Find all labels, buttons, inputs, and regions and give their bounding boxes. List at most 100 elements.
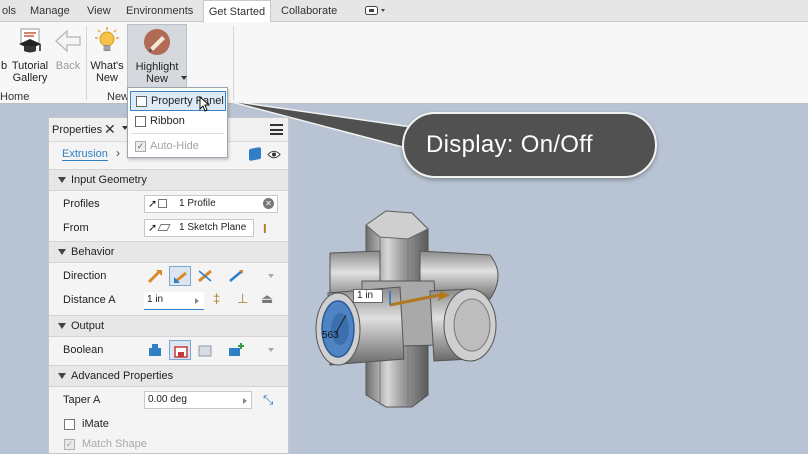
tab-collaborate[interactable]: Collaborate [281, 0, 341, 22]
properties-panel-title: Properties [52, 124, 103, 136]
ribbon-checkbox[interactable] [135, 116, 146, 127]
profiles-label: Profiles [63, 198, 100, 210]
distance-label: Distance A [63, 294, 116, 306]
web-label: b [0, 60, 8, 72]
flip-taper-icon[interactable]: ⤡ [263, 392, 273, 408]
flip-icon[interactable]: I [263, 221, 267, 236]
dropdown-item-label: Auto-Hide [150, 140, 199, 152]
properties-panel: Properties ✕ Extrusion › Input Geometry … [48, 117, 289, 454]
from-label: From [63, 222, 89, 234]
tab-get-started[interactable]: Get Started [203, 0, 271, 23]
imate-label: iMate [82, 418, 109, 430]
arrow-right-icon[interactable] [243, 398, 247, 404]
back-button[interactable]: Back [52, 24, 84, 88]
profiles-field[interactable]: ➚ 1 Profile ✕ [144, 195, 278, 213]
from-field[interactable]: ➚ 1 Sketch Plane [144, 219, 254, 237]
tutorial-gallery-button[interactable]: Tutorial Gallery [10, 24, 50, 88]
ribbon-separator [86, 26, 87, 100]
collapse-triangle-icon [58, 373, 66, 379]
direction-flipped-icon[interactable] [169, 266, 191, 286]
tab-manage[interactable]: Manage [30, 0, 74, 22]
tutorial-gallery-label: Tutorial Gallery [11, 60, 49, 84]
chevron-down-icon[interactable] [268, 274, 274, 278]
chevron-down-icon [181, 76, 187, 80]
intersect-icon[interactable] [194, 340, 216, 360]
arrow-right-icon[interactable] [195, 298, 199, 304]
from-value: 1 Sketch Plane [179, 222, 247, 233]
dropdown-item-ribbon[interactable]: Ribbon [130, 112, 226, 132]
ribbon-separator [233, 26, 234, 100]
feature-name[interactable]: Extrusion [62, 148, 108, 161]
direction-default-icon[interactable] [144, 266, 166, 286]
taper-label: Taper A [63, 394, 101, 406]
section-advanced-properties[interactable]: Advanced Properties [49, 365, 288, 387]
callout-text: Display: On/Off [426, 131, 593, 158]
section-title: Advanced Properties [71, 370, 174, 382]
menu-bar: ols Manage View Environments Get Started… [0, 0, 808, 23]
direction-symmetric-icon[interactable] [194, 266, 216, 286]
boolean-label: Boolean [63, 344, 104, 356]
chevron-down-icon[interactable] [268, 348, 274, 352]
dropdown-separator [131, 133, 224, 134]
direction-label: Direction [63, 270, 107, 282]
dropdown-item-label: Property Panel [151, 95, 224, 107]
close-icon[interactable]: ✕ [104, 121, 116, 137]
group-new-label: New [107, 91, 130, 103]
section-output[interactable]: Output [49, 315, 288, 337]
taper-row: Taper A 0.00 deg ⤡ [49, 389, 288, 413]
highlight-new-dropdown: Property Panel Ribbon ✓ Auto-Hide [127, 87, 228, 158]
distance-row: Distance A 1 in ‡ ⊥ ⏏ [49, 289, 288, 313]
back-arrow-icon [53, 26, 83, 56]
lightbulb-icon [92, 26, 122, 56]
through-all-icon[interactable]: ‡ [213, 291, 220, 306]
graduation-cap-icon [15, 26, 45, 56]
imate-checkbox[interactable] [64, 419, 75, 430]
tab-environments[interactable]: Environments [126, 0, 196, 22]
cube-icon[interactable] [249, 146, 261, 162]
sketch-plane-icon [157, 224, 171, 231]
section-behavior[interactable]: Behavior [49, 241, 288, 263]
distance-value: 1 in [147, 294, 164, 305]
highlight-new-button[interactable]: Highlight New [127, 24, 187, 88]
highlight-new-label: Highlight New [135, 61, 179, 85]
whats-new-label: What's New [90, 60, 124, 84]
ribbon: b Tutorial Gallery Back What's New Highl… [0, 22, 808, 104]
face-label: 563 [322, 330, 339, 341]
auto-hide-checkbox[interactable]: ✓ [135, 141, 146, 152]
callout-bubble: Display: On/Off [402, 112, 657, 178]
new-solid-icon[interactable] [225, 340, 247, 360]
cut-icon[interactable] [169, 340, 191, 360]
match-shape-label: Match Shape [82, 438, 147, 450]
profiles-value: 1 Profile [179, 198, 216, 209]
property-panel-checkbox[interactable] [136, 96, 147, 107]
match-shape-checkbox[interactable]: ✓ [64, 439, 75, 450]
cursor-arrow-icon: ➚ [148, 222, 158, 234]
chevron-right-icon[interactable]: › [116, 146, 120, 160]
dropdown-item-property-panel[interactable]: Property Panel [130, 91, 226, 112]
profiles-row: Profiles ➚ 1 Profile ✕ [49, 193, 288, 217]
ribbon-options-icon[interactable] [365, 6, 387, 16]
direction-asymmetric-icon[interactable] [225, 266, 247, 286]
web-button[interactable]: b [0, 24, 8, 88]
highlight-new-icon [142, 27, 172, 57]
eye-icon[interactable] [267, 150, 281, 162]
taper-input[interactable]: 0.00 deg [144, 391, 252, 409]
distance-dimension-input[interactable]: 1 in [353, 289, 383, 303]
dropdown-item-auto-hide[interactable]: ✓ Auto-Hide [130, 137, 226, 157]
section-title: Input Geometry [71, 174, 147, 186]
whats-new-button[interactable]: What's New [89, 24, 125, 88]
section-input-geometry[interactable]: Input Geometry [49, 169, 288, 191]
back-label: Back [55, 60, 81, 72]
menu-icon[interactable] [270, 124, 283, 135]
profile-icon [158, 199, 167, 208]
tab-view[interactable]: View [87, 0, 115, 22]
section-title: Output [71, 320, 105, 332]
join-icon[interactable] [144, 340, 166, 360]
group-home-label: Home [0, 91, 30, 103]
section-title: Behavior [71, 246, 115, 258]
clear-icon[interactable]: ✕ [263, 198, 274, 209]
between-icon[interactable]: ⏏ [261, 291, 273, 307]
tab-tools[interactable]: ols [2, 0, 24, 22]
model-3d-view: 563 [315, 210, 499, 408]
to-icon[interactable]: ⊥ [237, 291, 248, 307]
